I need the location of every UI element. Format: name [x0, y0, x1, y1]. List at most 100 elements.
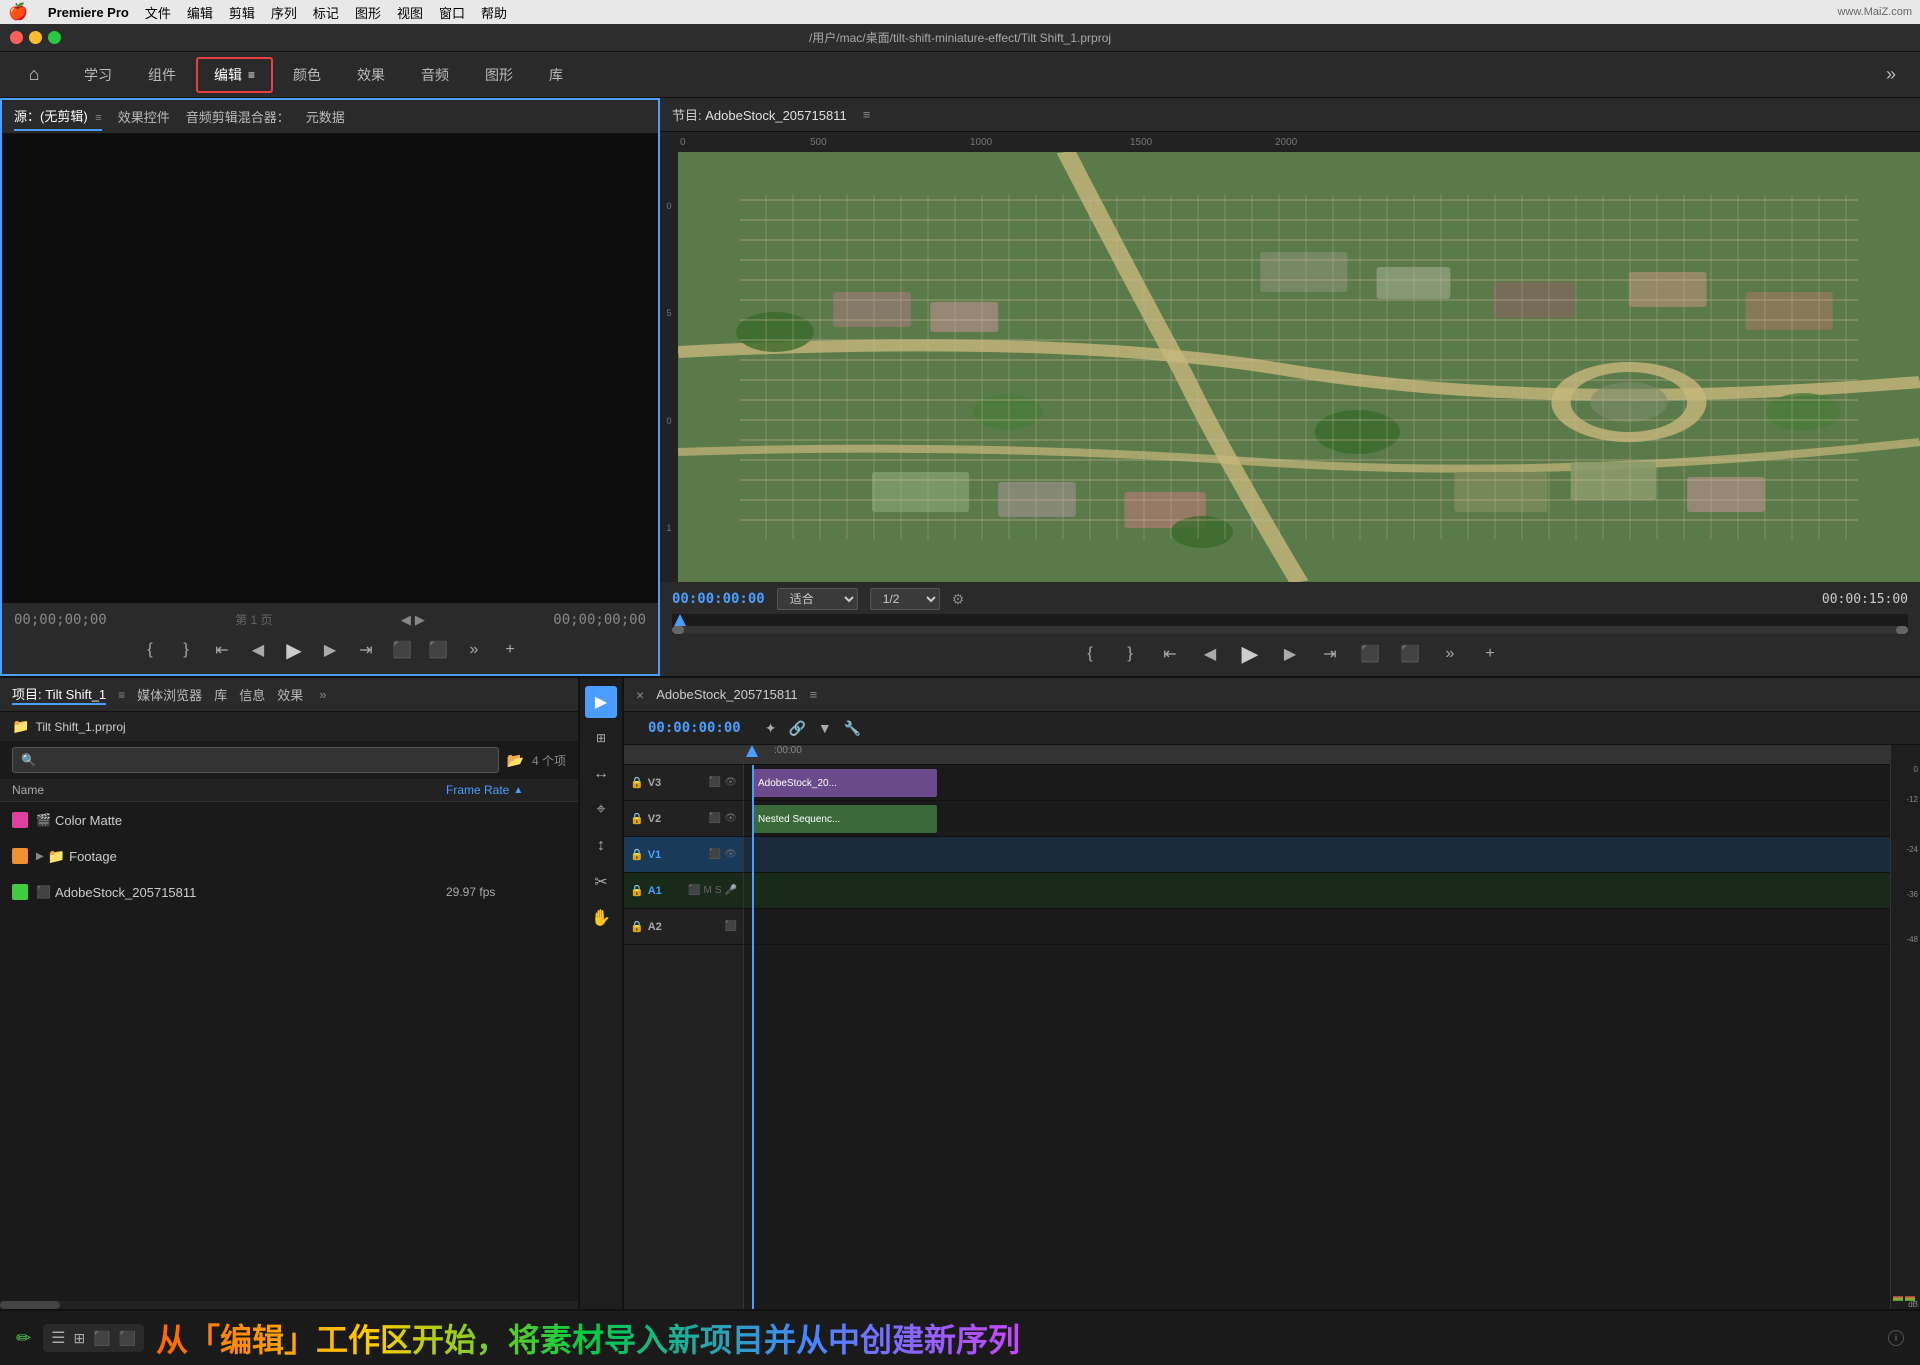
project-menu-icon[interactable]: ≡ — [118, 688, 125, 702]
source-step-forward-icon[interactable]: ▶ — [318, 638, 342, 662]
track-content-v3[interactable]: AdobeStock_20... — [744, 765, 1890, 801]
clip-adobestock-v3[interactable]: AdobeStock_20... — [752, 769, 937, 797]
source-next-page-icon[interactable]: ▶ — [415, 612, 425, 628]
timeline-close-icon[interactable]: × — [636, 687, 644, 703]
maximize-button[interactable] — [48, 31, 61, 44]
footage-expand-icon[interactable]: ▶ — [36, 851, 44, 862]
track-content-v1[interactable] — [744, 837, 1890, 873]
tl-snap-icon[interactable]: ✦ — [765, 720, 777, 737]
a1-m-icon[interactable]: M — [704, 885, 712, 896]
close-button[interactable] — [10, 31, 23, 44]
tool-rate-stretch[interactable]: ↕ — [585, 830, 617, 862]
v1-visible-icon[interactable]: 👁 — [724, 849, 737, 860]
a1-mic-icon[interactable]: 🎤 — [725, 885, 737, 896]
tool-razor[interactable]: ✂ — [585, 866, 617, 898]
search-input-wrap[interactable]: 🔍 — [12, 747, 499, 773]
program-add-icon[interactable]: + — [1476, 640, 1504, 668]
source-play-button[interactable]: ▶ — [282, 638, 306, 662]
project-scrollbar-thumb[interactable] — [0, 1301, 60, 1309]
v2-visible-icon[interactable]: 👁 — [724, 813, 737, 824]
program-mark-in-icon[interactable]: { — [1076, 640, 1104, 668]
tl-settings-icon[interactable]: 🔧 — [844, 720, 861, 737]
source-timecode-left[interactable]: 00;00;00;00 — [14, 612, 107, 628]
toolbar-grid-view-icon[interactable]: ⊞ — [73, 1330, 85, 1347]
track-content-a1[interactable] — [744, 873, 1890, 909]
program-timeline-bar[interactable] — [672, 614, 1908, 634]
program-step-back-icon[interactable]: ◀ — [1196, 640, 1224, 668]
toolbar-list-view-icon[interactable]: ☰ — [51, 1328, 65, 1348]
v3-sync-icon[interactable]: ⬛ — [709, 777, 721, 788]
project-scrollbar[interactable] — [0, 1301, 578, 1309]
source-go-out-icon[interactable]: ⇥ — [354, 638, 378, 662]
v3-lock-icon[interactable]: 🔒 — [630, 776, 644, 789]
program-extract-icon[interactable]: ⬛ — [1396, 640, 1424, 668]
tab-source-no-clip[interactable]: 源：(无剪辑) ≡ — [14, 102, 102, 131]
tool-hand[interactable]: ✋ — [585, 902, 617, 934]
tab-effect-controls[interactable]: 效果控件 — [118, 103, 170, 130]
toolbar-label-icon[interactable]: ⬛ — [119, 1330, 136, 1347]
source-go-in-icon[interactable]: ⇤ — [210, 638, 234, 662]
tab-library[interactable]: 库 — [214, 685, 227, 704]
nav-item-audio[interactable]: 音频 — [405, 57, 465, 93]
menu-clip[interactable]: 剪辑 — [229, 3, 255, 22]
nav-item-library[interactable]: 库 — [533, 57, 579, 93]
nav-item-color[interactable]: 颜色 — [277, 57, 337, 93]
sort-arrow-icon[interactable]: ▲ — [513, 785, 523, 796]
search-folder-icon[interactable]: 📂 — [507, 752, 524, 769]
a1-sync-icon[interactable]: ⬛ — [688, 885, 700, 896]
nav-item-edit[interactable]: 编辑 ≡ — [196, 57, 273, 93]
tool-track-select[interactable]: ⊞ — [585, 722, 617, 754]
window-controls[interactable] — [10, 31, 61, 44]
tab-info[interactable]: 信息 — [239, 685, 265, 704]
program-scrollbar-thumb[interactable] — [672, 626, 684, 634]
program-go-out-icon[interactable]: ⇥ — [1316, 640, 1344, 668]
menu-file[interactable]: 文件 — [145, 3, 171, 22]
source-add-icon[interactable]: + — [498, 638, 522, 662]
a1-lock-icon[interactable]: 🔒 — [630, 884, 644, 897]
a2-lock-icon[interactable]: 🔒 — [630, 920, 644, 933]
menu-help[interactable]: 帮助 — [481, 3, 507, 22]
tl-add-marker-icon[interactable]: ▼ — [818, 720, 832, 736]
source-step-back-icon[interactable]: ◀ — [246, 638, 270, 662]
source-timecode-right[interactable]: 00;00;00;00 — [553, 612, 646, 628]
footage-folder-icon[interactable]: 📁 — [48, 848, 65, 865]
search-input[interactable] — [40, 753, 490, 767]
tab-project[interactable]: 项目: Tilt Shift_1 — [12, 684, 106, 705]
track-content-v2[interactable]: Nested Sequenc... — [744, 801, 1890, 837]
program-scrollbar-right-thumb[interactable] — [1896, 626, 1908, 634]
apple-logo[interactable]: 🍎 — [8, 2, 28, 22]
source-insert-icon[interactable]: ⬛ — [390, 638, 414, 662]
menu-graphics[interactable]: 图形 — [355, 3, 381, 22]
tool-ripple[interactable]: ↔ — [585, 758, 617, 790]
program-lift-icon[interactable]: ⬛ — [1356, 640, 1384, 668]
v3-visible-icon[interactable]: 👁 — [724, 777, 737, 788]
v2-sync-icon[interactable]: ⬛ — [709, 813, 721, 824]
tool-selection[interactable]: ▶ — [585, 686, 617, 718]
tab-metadata[interactable]: 元数据 — [306, 103, 345, 130]
tab-media-browser[interactable]: 媒体浏览器 — [137, 685, 202, 704]
project-more-icon[interactable]: » — [319, 687, 326, 702]
source-more-icon[interactable]: » — [462, 638, 486, 662]
nav-more-button[interactable]: » — [1878, 60, 1904, 89]
source-overwrite-icon[interactable]: ⬛ — [426, 638, 450, 662]
minimize-button[interactable] — [29, 31, 42, 44]
track-content-a2[interactable] — [744, 909, 1890, 945]
source-mark-out-icon[interactable]: } — [174, 638, 198, 662]
source-prev-page-icon[interactable]: ◀ — [401, 612, 411, 628]
v2-lock-icon[interactable]: 🔒 — [630, 812, 644, 825]
nav-item-components[interactable]: 组件 — [132, 57, 192, 93]
list-item[interactable]: 🎬 Color Matte — [0, 802, 578, 838]
source-mark-in-icon[interactable]: { — [138, 638, 162, 662]
status-icon[interactable]: i — [1888, 1330, 1904, 1346]
tl-link-icon[interactable]: 🔗 — [788, 720, 805, 737]
col-framerate-header[interactable]: Frame Rate ▲ — [446, 783, 566, 797]
program-mark-out-icon[interactable]: } — [1116, 640, 1144, 668]
program-panel-menu-icon[interactable]: ≡ — [863, 107, 871, 122]
nav-item-graphics[interactable]: 图形 — [469, 57, 529, 93]
menu-view[interactable]: 视图 — [397, 3, 423, 22]
v1-lock-icon[interactable]: 🔒 — [630, 848, 644, 861]
program-quality-select[interactable]: 1/2 1/4 Full — [870, 588, 940, 610]
toolbar-freeform-icon[interactable]: ⬛ — [93, 1330, 110, 1347]
program-settings-icon[interactable]: ⚙ — [952, 591, 965, 608]
nav-item-effects[interactable]: 效果 — [341, 57, 401, 93]
